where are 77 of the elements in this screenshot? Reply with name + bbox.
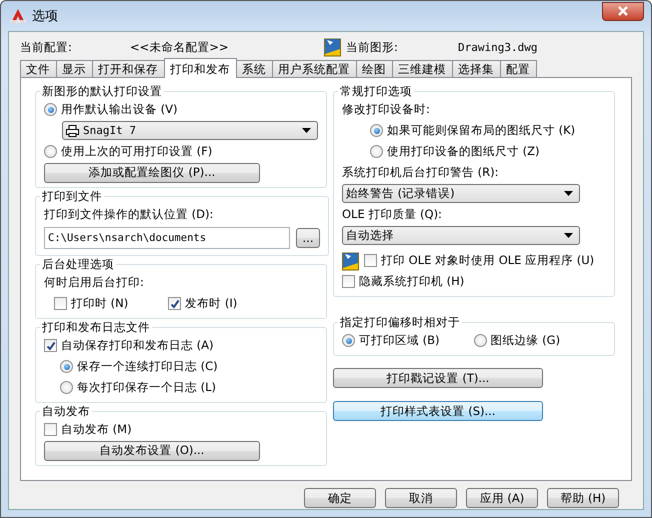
radio-button[interactable] [44,145,57,158]
radio-button[interactable] [60,381,73,394]
push-button[interactable]: 确定 [304,488,376,508]
radio-button[interactable] [370,145,383,158]
checkbox[interactable] [44,339,57,352]
push-button[interactable]: 打印样式表设置 (S)... [333,401,543,421]
option-label: 发布时 (I) [185,296,238,311]
radio-button[interactable] [44,103,57,116]
dropdown[interactable]: 自动选择 [342,226,580,245]
drawing-name: Drawing3.dwg [458,40,538,54]
option-label: 使用上次的可用打印设置 (F) [61,144,212,159]
push-button[interactable]: 应用 (A) [466,488,538,508]
tab[interactable]: 选择集 [452,60,501,77]
radio-button[interactable] [60,360,73,373]
option-label: 自动保存打印和发布日志 (A) [61,338,214,353]
close-icon [617,6,629,16]
option-label: 图纸边缘 (G) [490,333,560,348]
field-label: OLE 打印质量 (Q): [342,207,442,222]
drawing-icon [324,37,342,57]
tab[interactable]: 系统 [236,60,273,77]
browse-button[interactable]: ... [296,228,320,248]
profile-name: <<未命名配置>> [130,40,230,54]
tab[interactable]: 绘图 [356,60,393,77]
tab[interactable]: 文件 [20,60,57,77]
tab[interactable]: 三维建模 [392,60,453,77]
group-title: 打印到文件 [41,189,103,204]
dropdown[interactable]: SnagIt 7 [62,121,318,140]
group-title: 新图形的默认打印设置 [41,84,163,99]
app-logo-icon [10,8,26,24]
path-field[interactable]: C:\Users\nsarch\documents [44,227,290,249]
option-label: 用作默认输出设备 (V) [61,102,178,117]
window-title: 选项 [32,8,59,25]
push-button[interactable]: 取消 [385,488,457,508]
push-button[interactable]: 打印戳记设置 (T)... [333,368,543,388]
group-title: 打印和发布日志文件 [41,320,151,335]
tab[interactable]: 配置 [500,60,537,77]
radio-button[interactable] [474,334,487,347]
push-button[interactable]: 添加或配置绘图仪 (P)... [44,162,260,182]
drawing-label: 当前图形: [346,40,399,54]
dropdown[interactable]: 始终警告 (记录错误) [342,184,580,203]
field-label: 系统打印机后台打印警告 (R): [342,165,498,180]
push-button[interactable]: 帮助 (H) [547,488,619,508]
checkbox[interactable] [168,297,182,310]
field-label: 打印到文件操作的默认位置 (D): [44,207,214,222]
caret-icon [302,128,311,133]
radio-button[interactable] [342,334,355,347]
tab[interactable]: 打印和发布 [164,58,237,78]
caret-icon [564,191,573,196]
printer-icon [66,124,79,136]
checkbox[interactable] [54,297,67,310]
radio-button[interactable] [370,124,383,137]
checkbox[interactable] [342,275,355,288]
option-label: 打印 OLE 对象时使用 OLE 应用程序 (U) [381,253,594,268]
tab[interactable]: 显示 [56,60,93,77]
profile-label: 当前配置: [20,40,73,54]
push-button[interactable]: 自动发布设置 (O)... [44,440,260,460]
document-icon [342,250,360,270]
field-label: 修改打印设备时: [342,102,430,117]
group-title: 指定打印偏移时相对于 [339,315,461,330]
close-button[interactable] [602,2,644,20]
tab[interactable]: 用户系统配置 [272,60,357,77]
caret-icon [564,233,573,238]
option-label: 自动发布 (M) [61,422,132,437]
field-label: 何时启用后台打印: [44,275,144,290]
group-title: 自动发布 [41,404,91,419]
option-label: 可打印区域 (B) [359,333,440,348]
option-label: 每次打印保存一个日志 (L) [77,380,216,395]
option-label: 使用打印设备的图纸尺寸 (Z) [387,144,540,159]
option-label: 打印时 (N) [71,296,128,311]
option-label: 保存一个连续打印日志 (C) [77,359,218,374]
option-label: 如果可能则保留布局的图纸尺寸 (K) [387,123,576,138]
group-title: 后台处理选项 [41,257,115,272]
group-title: 常规打印选项 [339,84,413,99]
checkbox[interactable] [364,254,377,267]
checkbox[interactable] [44,423,57,436]
tab[interactable]: 打开和保存 [92,60,165,77]
option-label: 隐藏系统打印机 (H) [359,274,464,289]
